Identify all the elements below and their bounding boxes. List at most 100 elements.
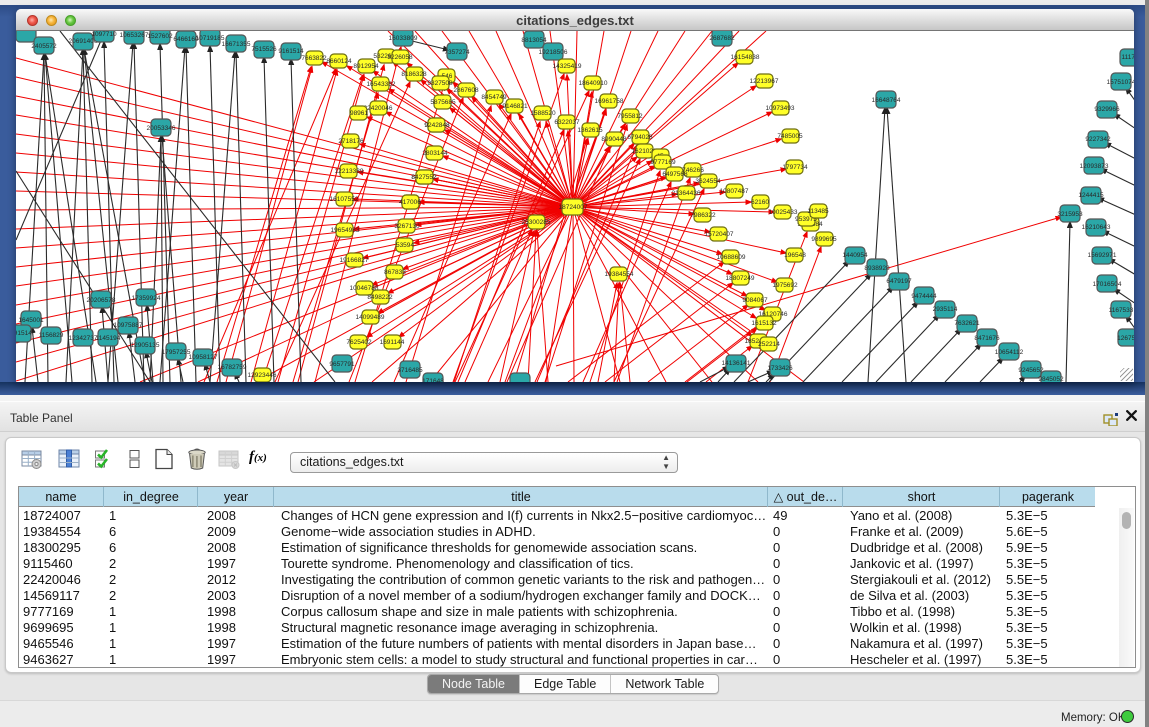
svg-text:17957255: 17957255 (162, 349, 191, 356)
svg-text:3716485: 3716485 (397, 367, 423, 374)
svg-text:9227342: 9227342 (1085, 136, 1111, 143)
svg-text:196548: 196548 (784, 252, 806, 259)
svg-text:7485005: 7485005 (777, 133, 803, 140)
svg-text:2935114: 2935114 (933, 306, 958, 313)
svg-text:867833: 867833 (384, 269, 406, 276)
svg-text:12213967: 12213967 (750, 78, 779, 85)
svg-text:7955812: 7955812 (617, 113, 643, 120)
svg-text:10975887: 10975887 (114, 322, 143, 329)
svg-text:1975692: 1975692 (772, 282, 798, 289)
svg-text:10654112: 10654112 (995, 349, 1024, 356)
svg-text:1615132: 1615132 (751, 320, 777, 327)
svg-text:7632621: 7632621 (954, 320, 980, 327)
svg-text:417006: 417006 (399, 199, 421, 206)
svg-text:98961: 98961 (350, 110, 368, 117)
svg-text:6497568: 6497568 (662, 171, 688, 178)
svg-text:10958127: 10958127 (189, 354, 218, 361)
svg-text:1362615: 1362615 (577, 127, 603, 134)
svg-text:17359924: 17359924 (132, 295, 161, 302)
svg-text:9146821: 9146821 (502, 103, 528, 110)
svg-text:2803144: 2803144 (422, 150, 448, 157)
svg-text:3215953: 3215953 (1057, 211, 1083, 218)
svg-text:14136141: 14136141 (722, 360, 751, 367)
svg-text:16671355: 16671355 (222, 41, 251, 48)
svg-text:2687682: 2687682 (709, 35, 735, 42)
svg-text:7625402: 7625402 (346, 339, 372, 346)
svg-text:1156829: 1156829 (39, 332, 64, 339)
svg-text:8813054: 8813054 (521, 37, 547, 44)
svg-text:19218506: 19218506 (539, 49, 568, 56)
svg-text:2718176: 2718176 (338, 138, 364, 145)
svg-text:8454749: 8454749 (481, 94, 507, 101)
svg-text:12905135: 12905135 (131, 342, 160, 349)
svg-text:1145194: 1145194 (96, 335, 121, 342)
svg-text:15720407: 15720407 (705, 231, 734, 238)
svg-text:19166827: 19166827 (340, 257, 369, 264)
svg-text:16543382: 16543382 (367, 81, 396, 88)
svg-text:12342737: 12342737 (69, 335, 98, 342)
svg-text:12213389: 12213389 (335, 168, 364, 175)
svg-text:16648764: 16648764 (872, 97, 901, 104)
svg-text:8498222: 8498222 (367, 294, 393, 301)
svg-text:9474444: 9474444 (911, 293, 937, 300)
svg-text:2867608: 2867608 (453, 87, 479, 94)
svg-text:8912954: 8912954 (353, 63, 379, 70)
svg-text:25300285: 25300285 (522, 219, 551, 226)
svg-text:9327508: 9327508 (427, 80, 453, 87)
svg-text:3624554: 3624554 (695, 178, 721, 185)
svg-text:113485: 113485 (807, 208, 829, 215)
svg-text:9657791: 9657791 (329, 361, 355, 368)
svg-text:10025433: 10025433 (769, 209, 798, 216)
svg-text:5875685: 5875685 (430, 99, 456, 106)
svg-text:1588520: 1588520 (530, 110, 556, 117)
svg-text:9242848: 9242848 (424, 122, 450, 129)
svg-text:6794028: 6794028 (627, 134, 653, 141)
svg-text:16210643: 16210643 (1082, 224, 1111, 231)
svg-text:391514: 391514 (16, 330, 32, 337)
svg-text:21364436: 21364436 (672, 190, 701, 197)
svg-text:3226058: 3226058 (387, 54, 413, 61)
svg-text:7357274: 7357274 (444, 49, 470, 56)
svg-text:20053346: 20053346 (147, 125, 176, 132)
svg-text:15751074: 15751074 (1107, 79, 1134, 86)
svg-text:8427552: 8427552 (411, 174, 437, 181)
svg-text:1645001: 1645001 (18, 317, 44, 324)
svg-text:9245652: 9245652 (1018, 367, 1044, 374)
svg-text:11170: 11170 (1121, 54, 1134, 61)
svg-text:18640910: 18640910 (579, 80, 608, 87)
svg-text:8471676: 8471676 (974, 335, 1000, 342)
svg-text:9084067: 9084067 (742, 297, 768, 304)
svg-text:2405572: 2405572 (31, 43, 57, 50)
svg-text:7986322: 7986322 (690, 212, 716, 219)
svg-text:16154838: 16154838 (731, 54, 760, 61)
svg-text:1244415: 1244415 (1078, 192, 1104, 199)
svg-text:8660124: 8660124 (326, 58, 352, 65)
svg-text:9899695: 9899695 (811, 236, 837, 243)
svg-text:14325419: 14325419 (553, 63, 582, 70)
svg-text:126753: 126753 (1117, 335, 1134, 342)
svg-text:252214: 252214 (758, 341, 780, 348)
svg-text:1733426: 1733426 (767, 365, 793, 372)
svg-text:1440954: 1440954 (842, 252, 868, 259)
svg-text:1167533: 1167533 (1109, 307, 1134, 314)
svg-text:19654983: 19654983 (331, 227, 360, 234)
svg-text:1797734: 1797734 (782, 164, 808, 171)
svg-text:18807249: 18807249 (726, 275, 755, 282)
svg-text:9161514: 9161514 (278, 48, 304, 55)
svg-text:8186328: 8186328 (401, 71, 427, 78)
svg-text:171648: 171648 (422, 378, 444, 382)
svg-text:9845052: 9845052 (1038, 376, 1064, 382)
svg-text:10653267: 10653267 (120, 32, 149, 39)
svg-text:53594: 53594 (396, 242, 414, 249)
svg-text:16107552: 16107552 (330, 196, 359, 203)
svg-text:10807487: 10807487 (720, 188, 749, 195)
svg-text:9329966: 9329966 (1094, 106, 1120, 113)
svg-text:1691144: 1691144 (380, 339, 405, 346)
svg-text:19384554: 19384554 (605, 271, 634, 278)
svg-text:8938928: 8938928 (864, 265, 890, 272)
svg-text:62160: 62160 (751, 199, 769, 206)
svg-text:20206578: 20206578 (87, 297, 116, 304)
svg-text:14099489: 14099489 (356, 314, 385, 321)
svg-text:10973493: 10973493 (766, 105, 795, 112)
svg-text:6322037: 6322037 (554, 119, 580, 126)
